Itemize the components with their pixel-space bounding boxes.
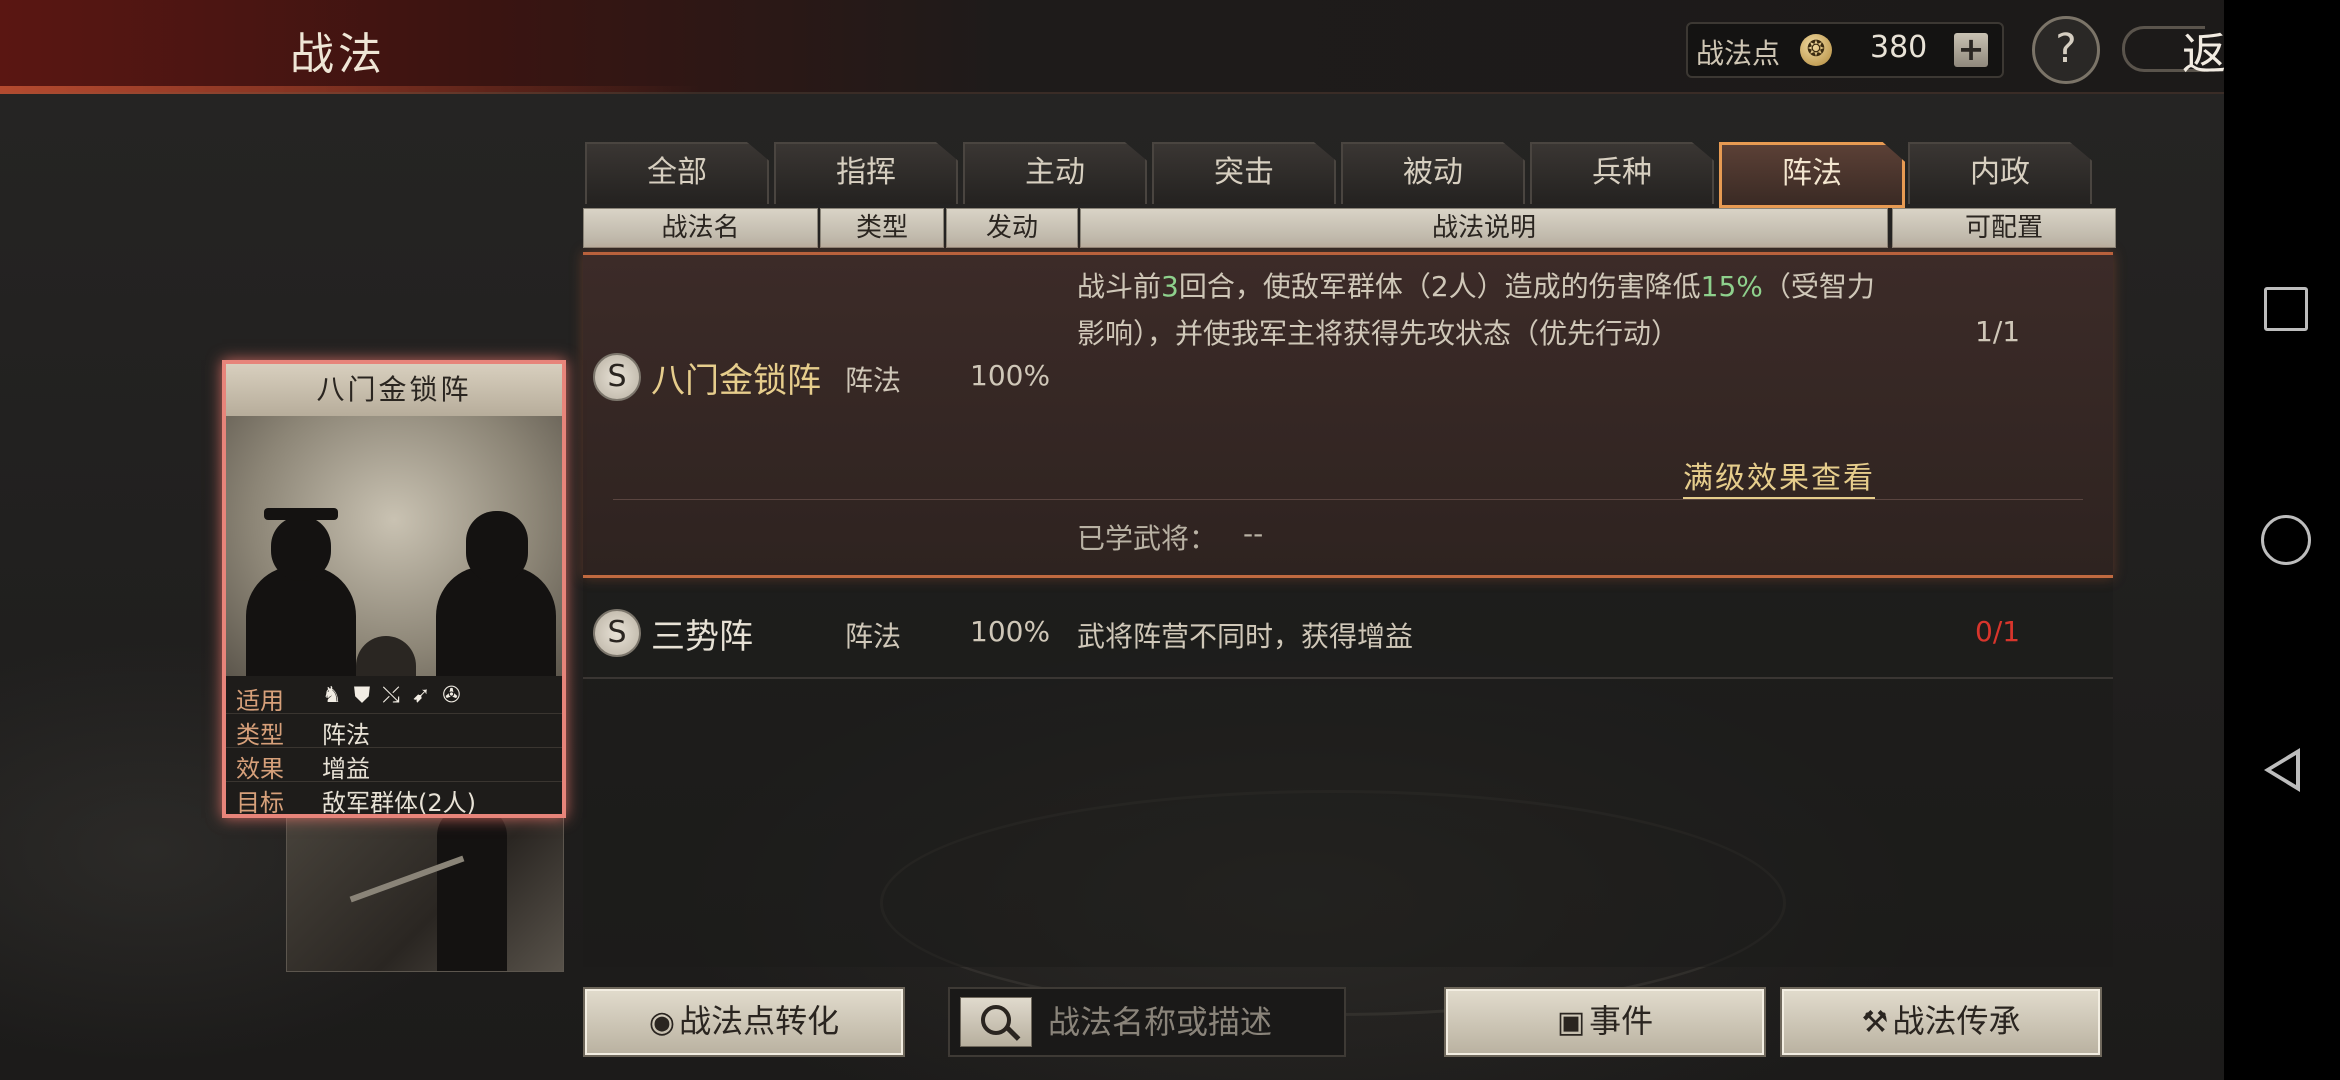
learned-generals-value: -- [1243, 517, 1264, 550]
card-silhouette-right-head [466, 511, 528, 583]
tactic-points-icon: ❂ [1800, 34, 1832, 66]
help-button[interactable]: ? [2032, 16, 2100, 84]
tactic-points-box: 战法点 ❂ 380 + [1686, 22, 2004, 78]
card-info-key: 类型 [236, 721, 284, 749]
back-triangle-inner [2271, 755, 2296, 785]
top-bar-glow [0, 86, 700, 94]
row-divider [613, 499, 2083, 500]
tab-troop-type[interactable]: 兵种 [1530, 142, 1714, 204]
desc-text: 回合，使敌军群体（2人）造成的伤害降低 [1178, 270, 1701, 303]
search-input[interactable] [1046, 997, 1340, 1047]
card-silhouette-middle [356, 636, 416, 676]
search-handle [1005, 1026, 1021, 1041]
cavalry-icon: ♞ [322, 683, 354, 708]
card-back-silhouette [437, 806, 507, 971]
events-label: 事件 [1589, 1002, 1654, 1040]
tab-command[interactable]: 指挥 [774, 142, 958, 204]
category-tabs: 全部 指挥 主动 突击 被动 兵种 阵法 内政 [585, 142, 2095, 208]
card-info: 适用 ♞⛊⤯➹✇ 类型 阵法 效果 增益 目标 敌军群体(2人) [226, 680, 562, 817]
full-level-effect-link[interactable]: 满级效果查看 [1683, 453, 1875, 499]
convert-points-button[interactable]: ◉ 战法点转化 [583, 987, 905, 1057]
column-header-type[interactable]: 类型 [820, 208, 944, 248]
card-info-value: 敌军群体(2人) [322, 789, 476, 817]
events-button[interactable]: ▣ 事件 [1444, 987, 1766, 1057]
search-box [948, 987, 1346, 1057]
inherit-tactic-label: 战法传承 [1892, 1002, 2021, 1040]
tactic-rate: 100% [970, 359, 1051, 392]
tactic-name: 三势阵 [651, 617, 753, 657]
column-header-name[interactable]: 战法名 [583, 208, 818, 248]
column-header-trigger[interactable]: 发动 [946, 208, 1078, 248]
card-silhouette-left-head [271, 516, 331, 581]
card-info-row: 目标 敌军群体(2人) [226, 782, 562, 817]
tactic-points-value: 380 [1870, 30, 1928, 65]
recents-icon[interactable] [2264, 287, 2308, 331]
tab-assault[interactable]: 突击 [1152, 142, 1336, 204]
column-header-description: 战法说明 [1080, 208, 1888, 248]
column-header-config[interactable]: 可配置 [1892, 208, 2116, 248]
tactic-type: 阵法 [845, 620, 902, 653]
desc-highlight-rounds: 3 [1161, 270, 1179, 303]
tactic-points-label: 战法点 [1696, 37, 1781, 70]
convert-points-label: 战法点转化 [679, 1002, 840, 1040]
shield-icon: ⛊ [353, 683, 383, 708]
card-silhouette-hat [264, 508, 338, 520]
desc-text: 战斗前 [1077, 270, 1162, 303]
spear-icon: ➹ [411, 683, 443, 708]
tactic-description: 武将阵营不同时，获得增益 [1077, 620, 1414, 653]
tactic-description: 战斗前3回合，使敌军群体（2人）造成的伤害降低15%（受智力影响），并使我军主将… [1077, 263, 1887, 357]
tab-all[interactable]: 全部 [585, 142, 769, 204]
troop-type-icons: ♞⛊⤯➹✇ [322, 683, 473, 708]
card-info-value: 增益 [322, 755, 370, 783]
card-info-value: 阵法 [322, 721, 370, 749]
tab-active[interactable]: 主动 [963, 142, 1147, 204]
card-silhouette-left [246, 566, 356, 676]
tactic-detail-card[interactable]: 八门金锁阵 适用 ♞⛊⤯➹✇ 类型 阵法 效果 增益 目标 敌军群体(2人) [222, 360, 566, 818]
card-info-key: 效果 [236, 755, 284, 783]
card-info-row: 效果 增益 [226, 748, 562, 783]
learned-generals-label: 已学武将： [1077, 522, 1218, 555]
tactic-config-count: 0/1 [1975, 615, 2021, 648]
card-info-row: 适用 ♞⛊⤯➹✇ [226, 680, 562, 715]
tactic-rate: 100% [970, 615, 1051, 648]
tab-passive[interactable]: 被动 [1341, 142, 1525, 204]
page-title: 战法 [290, 29, 386, 80]
tactic-list: S 八门金锁阵 阵法 100% 战斗前3回合，使敌军群体（2人）造成的伤害降低1… [583, 252, 2113, 967]
tactic-type: 阵法 [845, 364, 902, 397]
top-bar: 战法 战法点 ❂ 380 + ? 返回 [0, 0, 2276, 94]
card-info-key: 目标 [236, 789, 284, 817]
search-icon[interactable] [960, 997, 1032, 1047]
card-info-row: 类型 阵法 [226, 714, 562, 749]
inherit-tactic-button[interactable]: ⚒ 战法传承 [1780, 987, 2102, 1057]
tab-internal-affairs[interactable]: 内政 [1908, 142, 2092, 204]
grade-badge: S [593, 609, 641, 657]
chariot-icon: ✇ [442, 683, 473, 708]
tactic-name: 八门金锁阵 [651, 361, 821, 401]
tactic-config-count: 1/1 [1975, 315, 2021, 348]
bow-icon: ⤯ [382, 683, 412, 708]
home-icon[interactable] [2261, 515, 2311, 565]
tactic-row[interactable]: S 三势阵 阵法 100% 武将阵营不同时，获得增益 0/1 [583, 587, 2113, 679]
card-artwork [226, 416, 562, 676]
tab-formation[interactable]: 阵法 [1719, 142, 1905, 208]
card-info-key: 适用 [236, 687, 284, 715]
hammer-icon: ⚒ [1861, 1005, 1889, 1040]
system-nav-bar [2224, 0, 2340, 1080]
points-icon: ◉ [648, 1005, 676, 1040]
grade-badge: S [593, 353, 641, 401]
event-icon: ▣ [1556, 1005, 1586, 1040]
add-points-button[interactable]: + [1954, 33, 1988, 67]
tactic-row-selected[interactable]: S 八门金锁阵 阵法 100% 战斗前3回合，使敌军群体（2人）造成的伤害降低1… [583, 252, 2113, 578]
card-title: 八门金锁阵 [226, 364, 562, 416]
desc-highlight-percent: 15% [1700, 270, 1763, 303]
